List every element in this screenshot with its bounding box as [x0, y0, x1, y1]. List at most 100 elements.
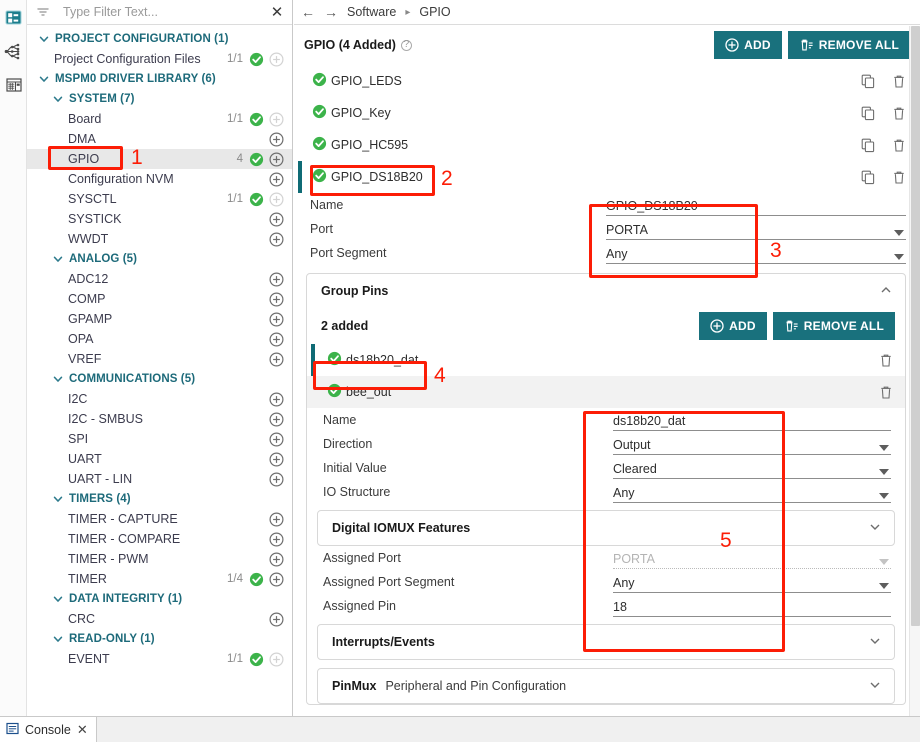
tree-item-gpamp[interactable]: GPAMP: [27, 309, 292, 329]
add-instance-icon[interactable]: [269, 531, 284, 547]
remove-all-pins-button[interactable]: REMOVE ALL: [772, 312, 895, 340]
copy-icon[interactable]: [860, 169, 875, 185]
add-instance-icon[interactable]: [269, 651, 284, 667]
input-name[interactable]: ds18b20_dat: [613, 410, 891, 431]
add-instance-icon[interactable]: [269, 151, 284, 167]
add-instance-icon[interactable]: [269, 511, 284, 527]
tree-item-i2c-smbus[interactable]: I2C - SMBUS: [27, 409, 292, 429]
chevron-down-icon[interactable]: [879, 558, 889, 565]
trash-icon[interactable]: [891, 105, 906, 121]
chevron-down-icon[interactable]: [879, 468, 889, 475]
pin-row[interactable]: bee_out: [307, 376, 905, 408]
scrollbar-thumb[interactable]: [911, 26, 920, 626]
tree-item-dma[interactable]: DMA: [27, 129, 292, 149]
add-gpio-button[interactable]: ADD: [714, 31, 782, 59]
copy-icon[interactable]: [860, 105, 875, 121]
add-instance-icon[interactable]: [269, 51, 284, 67]
tree-item-project-configuration-files[interactable]: Project Configuration Files 1/1: [27, 49, 292, 69]
tree-item-project-configuration-1[interactable]: PROJECT CONFIGURATION (1): [27, 29, 292, 49]
chevron-down-icon[interactable]: [51, 92, 65, 106]
close-icon[interactable]: ✕: [77, 722, 88, 738]
tree-item-data-integrity-1[interactable]: DATA INTEGRITY (1): [27, 589, 292, 609]
chevron-down-icon[interactable]: [51, 492, 65, 506]
device-table-icon[interactable]: [0, 68, 27, 102]
chevron-down-icon[interactable]: [879, 582, 889, 589]
tree-item-timer[interactable]: TIMER 1/4: [27, 569, 292, 589]
chevron-up-icon[interactable]: [879, 283, 893, 300]
pin-row[interactable]: ds18b20_dat: [307, 344, 905, 376]
dropdown-assigned-port-segment[interactable]: Any: [613, 572, 891, 593]
tree-item-communications-5[interactable]: COMMUNICATIONS (5): [27, 369, 292, 389]
trash-icon[interactable]: [878, 384, 893, 400]
add-instance-icon[interactable]: [269, 551, 284, 567]
sysconfig-view-icon[interactable]: [0, 0, 27, 34]
add-instance-icon[interactable]: [269, 211, 284, 227]
tree-item-wwdt[interactable]: WWDT: [27, 229, 292, 249]
gpio-instance-row[interactable]: GPIO_Key: [294, 97, 920, 129]
add-instance-icon[interactable]: [269, 571, 284, 587]
tree-item-spi[interactable]: SPI: [27, 429, 292, 449]
input-assigned-pin[interactable]: 18: [613, 596, 891, 617]
dropdown-port[interactable]: PORTA: [606, 219, 906, 240]
add-instance-icon[interactable]: [269, 311, 284, 327]
chevron-down-icon[interactable]: [868, 520, 882, 537]
add-instance-icon[interactable]: [269, 291, 284, 307]
add-pin-button[interactable]: ADD: [699, 312, 767, 340]
add-instance-icon[interactable]: [269, 451, 284, 467]
trash-icon[interactable]: [891, 169, 906, 185]
add-instance-icon[interactable]: [269, 471, 284, 487]
add-instance-icon[interactable]: [269, 411, 284, 427]
tree-item-board[interactable]: Board 1/1: [27, 109, 292, 129]
trash-icon[interactable]: [891, 73, 906, 89]
chevron-down-icon[interactable]: [51, 592, 65, 606]
digital-iomux-header[interactable]: Digital IOMUX Features: [318, 511, 894, 545]
forward-arrow-icon[interactable]: →: [324, 5, 338, 19]
main-vertical-scrollbar[interactable]: [909, 26, 920, 716]
tree-item-read-only-1[interactable]: READ-ONLY (1): [27, 629, 292, 649]
tree-item-opa[interactable]: OPA: [27, 329, 292, 349]
group-pins-header[interactable]: Group Pins: [307, 274, 905, 308]
pinmux-header[interactable]: PinMux Peripheral and Pin Configuration: [318, 669, 894, 703]
input-name[interactable]: GPIO_DS18B20: [606, 195, 906, 216]
tree-item-timer-compare[interactable]: TIMER - COMPARE: [27, 529, 292, 549]
add-instance-icon[interactable]: [269, 351, 284, 367]
pinmux-graph-icon[interactable]: [0, 34, 27, 68]
tree-item-i2c[interactable]: I2C: [27, 389, 292, 409]
tree-item-timers-4[interactable]: TIMERS (4): [27, 489, 292, 509]
back-arrow-icon[interactable]: ←: [301, 5, 315, 19]
tree-item-sysctl[interactable]: SYSCTL 1/1: [27, 189, 292, 209]
tree-item-system-7[interactable]: SYSTEM (7): [27, 89, 292, 109]
dropdown-io-structure[interactable]: Any: [613, 482, 891, 503]
tree-item-gpio[interactable]: GPIO 4: [27, 149, 292, 169]
tree-item-uart-lin[interactable]: UART - LIN: [27, 469, 292, 489]
tree-item-mspm0-driver-library-6[interactable]: MSPM0 DRIVER LIBRARY (6): [27, 69, 292, 89]
chevron-down-icon[interactable]: [51, 632, 65, 646]
gpio-instance-row[interactable]: GPIO_DS18B20: [294, 161, 920, 193]
add-instance-icon[interactable]: [269, 271, 284, 287]
add-instance-icon[interactable]: [269, 431, 284, 447]
tree-item-event[interactable]: EVENT 1/1: [27, 649, 292, 669]
clear-filter-icon[interactable]: ✕: [268, 3, 286, 21]
chevron-down-icon[interactable]: [51, 372, 65, 386]
dropdown-initial-value[interactable]: Cleared: [613, 458, 891, 479]
trash-icon[interactable]: [891, 137, 906, 153]
copy-icon[interactable]: [860, 73, 875, 89]
add-instance-icon[interactable]: [269, 611, 284, 627]
gpio-instance-row[interactable]: GPIO_LEDS: [294, 65, 920, 97]
add-instance-icon[interactable]: [269, 131, 284, 147]
chevron-down-icon[interactable]: [37, 32, 51, 46]
chevron-down-icon[interactable]: [879, 444, 889, 451]
add-instance-icon[interactable]: [269, 191, 284, 207]
chevron-down-icon[interactable]: [51, 252, 65, 266]
dropdown-direction[interactable]: Output: [613, 434, 891, 455]
remove-all-gpio-button[interactable]: REMOVE ALL: [787, 31, 910, 59]
add-instance-icon[interactable]: [269, 171, 284, 187]
chevron-down-icon[interactable]: [894, 229, 904, 236]
add-instance-icon[interactable]: [269, 391, 284, 407]
tree-item-comp[interactable]: COMP: [27, 289, 292, 309]
tree-item-uart[interactable]: UART: [27, 449, 292, 469]
add-instance-icon[interactable]: [269, 231, 284, 247]
filter-input[interactable]: [51, 4, 268, 20]
tree-item-adc12[interactable]: ADC12: [27, 269, 292, 289]
add-instance-icon[interactable]: [269, 111, 284, 127]
